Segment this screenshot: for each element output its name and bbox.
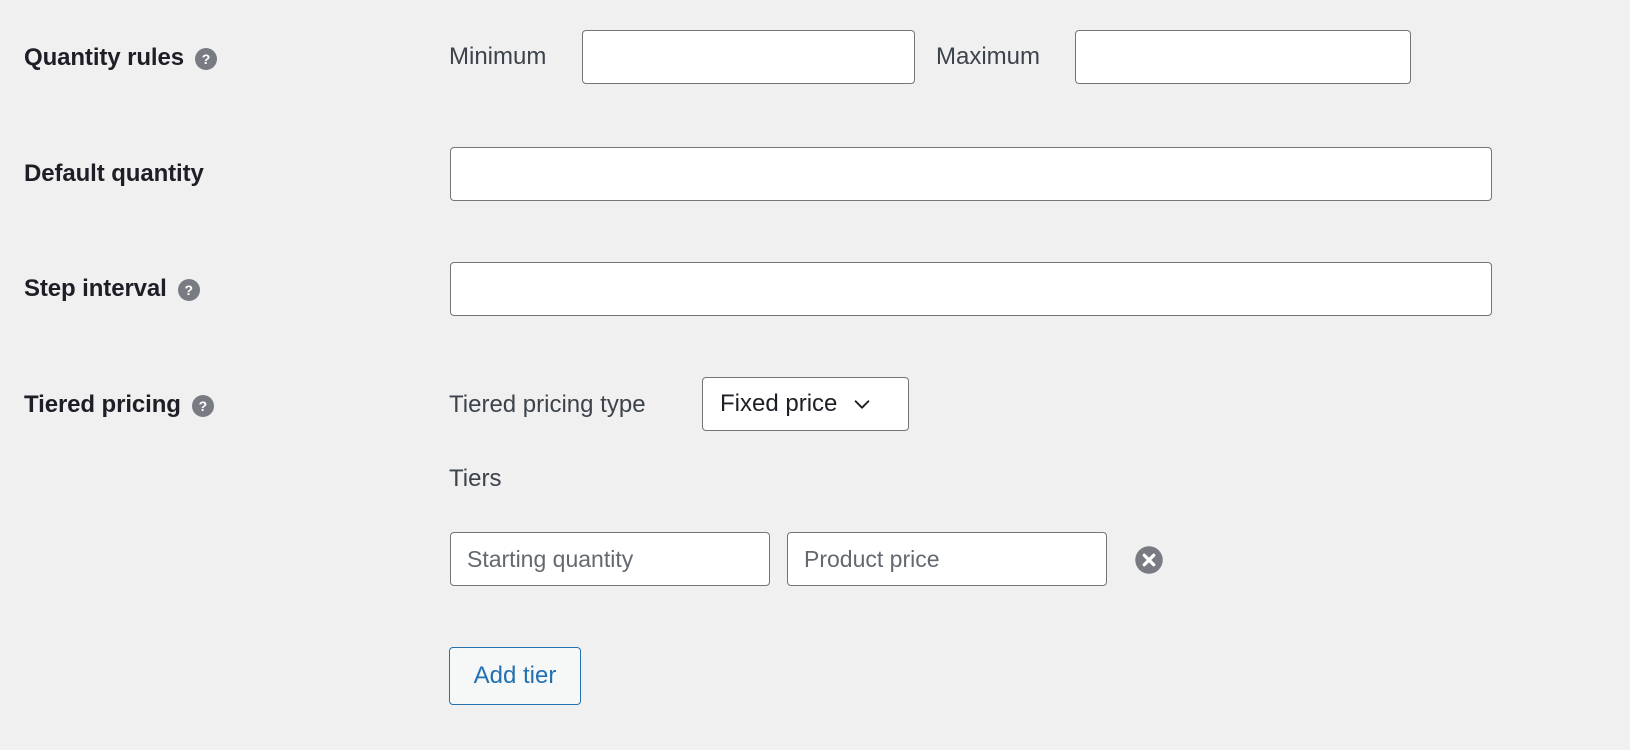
remove-circle-icon[interactable] xyxy=(1134,545,1164,575)
tiered-pricing-type-select[interactable]: Fixed price xyxy=(702,377,909,431)
tiers-label: Tiers xyxy=(449,465,502,492)
tiered-pricing-label: Tiered pricing ? xyxy=(24,391,214,420)
add-tier-button-label: Add tier xyxy=(473,662,557,689)
default-quantity-label: Default quantity xyxy=(24,160,204,189)
default-quantity-input[interactable] xyxy=(450,147,1492,201)
tier-product-price-input[interactable] xyxy=(787,532,1107,586)
row-tiered-pricing: Tiered pricing ? Tiered pricing type Fix… xyxy=(0,345,1630,750)
maximum-label: Maximum xyxy=(936,43,1041,70)
tiered-pricing-help-icon[interactable]: ? xyxy=(191,395,214,418)
step-interval-label: Step interval ? xyxy=(24,275,200,304)
maximum-input[interactable] xyxy=(1075,30,1411,84)
quantity-rules-label: Quantity rules ? xyxy=(24,44,217,73)
minimum-label: Minimum xyxy=(449,43,547,70)
step-interval-help-glyph: ? xyxy=(184,281,194,298)
row-quantity-rules: Quantity rules ? Minimum Maximum xyxy=(0,0,1630,115)
quantity-rules-help-icon[interactable]: ? xyxy=(194,48,217,71)
step-interval-help-icon[interactable]: ? xyxy=(177,279,200,302)
quantity-rules-label-text: Quantity rules xyxy=(24,44,184,71)
tiered-pricing-help-glyph: ? xyxy=(198,397,208,414)
default-quantity-label-text: Default quantity xyxy=(24,160,204,187)
minimum-input[interactable] xyxy=(582,30,915,84)
tiered-pricing-type-value: Fixed price xyxy=(720,390,838,417)
tiered-pricing-type-label: Tiered pricing type xyxy=(449,391,646,418)
chevron-down-icon xyxy=(854,400,870,409)
product-quantity-pricing-form: Quantity rules ? Minimum Maximum Default… xyxy=(0,0,1630,750)
add-tier-button[interactable]: Add tier xyxy=(449,647,581,705)
quantity-rules-help-glyph: ? xyxy=(201,50,211,67)
step-interval-input[interactable] xyxy=(450,262,1492,316)
step-interval-label-text: Step interval xyxy=(24,275,167,302)
row-default-quantity: Default quantity xyxy=(0,115,1630,230)
row-step-interval: Step interval ? xyxy=(0,230,1630,345)
tier-starting-quantity-input[interactable] xyxy=(450,532,770,586)
tiered-pricing-label-text: Tiered pricing xyxy=(24,391,181,418)
